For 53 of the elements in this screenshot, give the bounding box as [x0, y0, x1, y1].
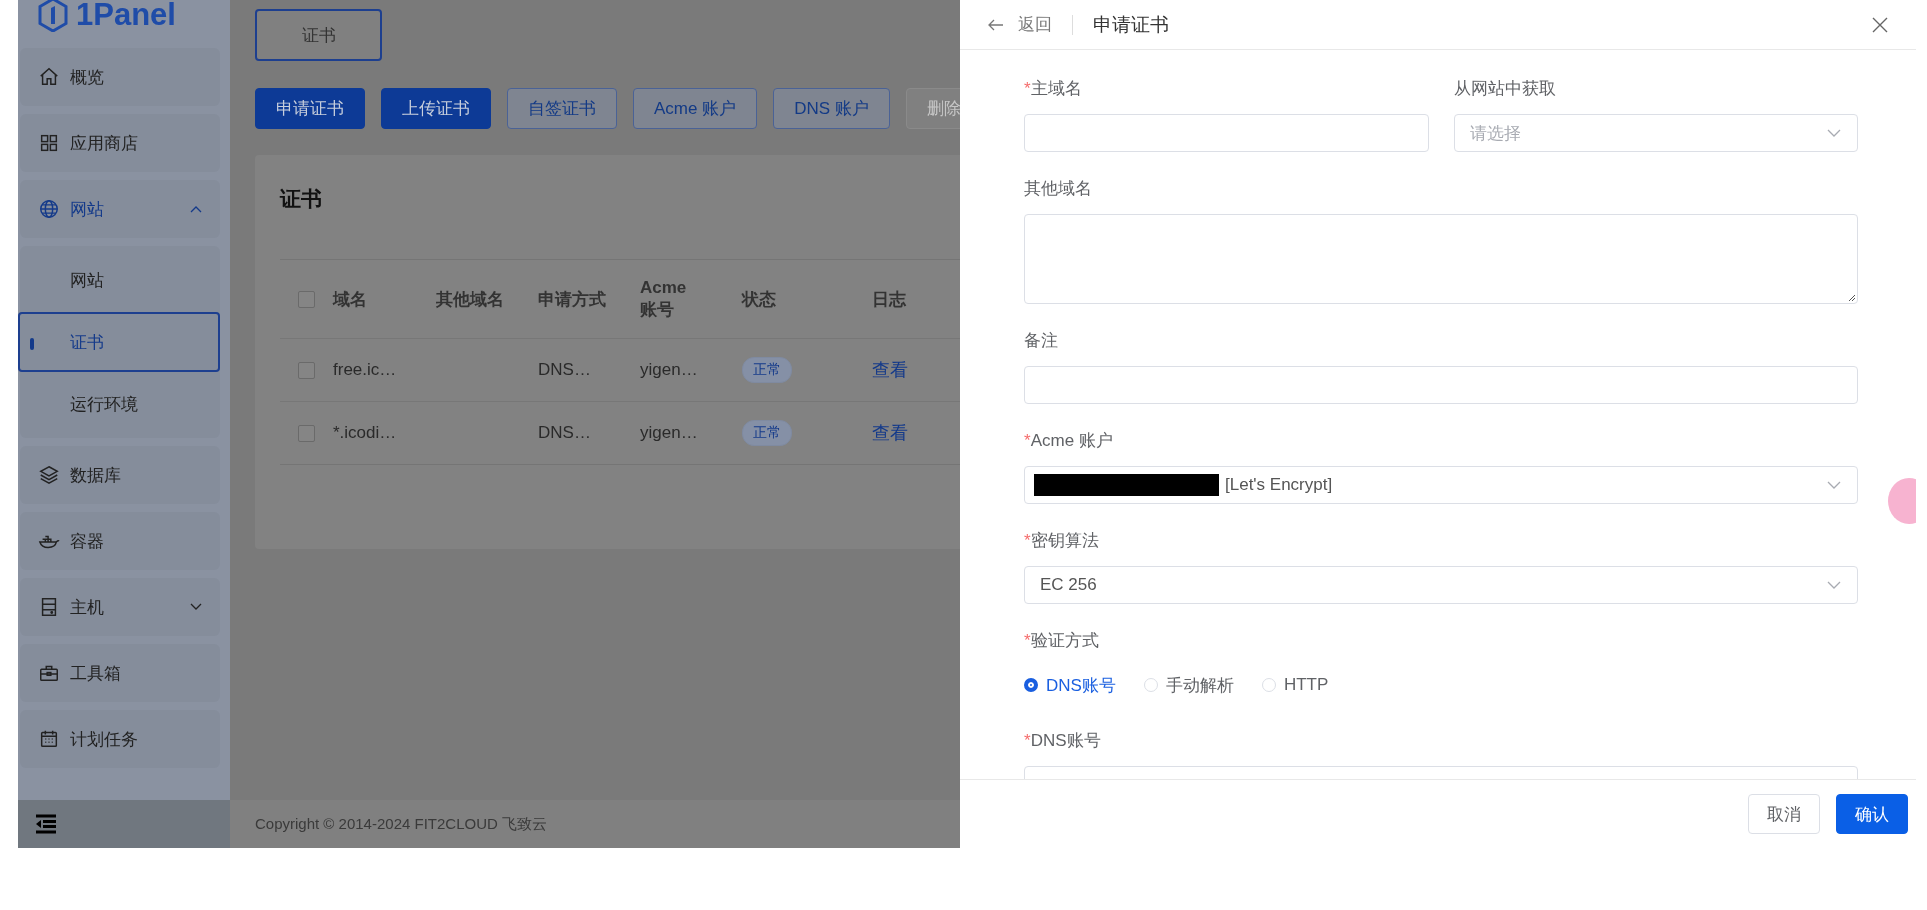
drawer-title: 申请证书 [1093, 12, 1169, 37]
status-tag: 正常 [742, 357, 792, 383]
menu-item[interactable]: 计划任务 [20, 710, 220, 768]
field-label: *主域名 [1024, 78, 1083, 100]
logo-text: 1Panel [76, 0, 176, 34]
table-cell: DNS… [538, 360, 591, 379]
status-tag: 正常 [742, 420, 792, 446]
column-header: 状态 [742, 288, 777, 311]
copyright-text: Copyright © 2014-2024 FIT2CLOUD 飞致云 [255, 814, 547, 834]
field-label: *DNS账号 [1024, 730, 1102, 752]
column-header: 日志 [872, 288, 907, 311]
view-log-link[interactable]: 查看 [872, 360, 908, 380]
menu-item[interactable]: 应用商店 [20, 114, 220, 172]
table-cell: yigen… [640, 423, 698, 442]
column-header: Acme 账号 [640, 277, 688, 321]
table-cell: free.ic… [333, 360, 397, 379]
submenu-item[interactable]: 网站 [20, 250, 220, 310]
menu-item[interactable]: 主机 [20, 578, 220, 636]
confirm-button[interactable]: 确认 [1836, 794, 1908, 834]
submenu-item[interactable]: 运行环境 [20, 374, 220, 434]
menu-item[interactable]: 网站 [20, 180, 220, 238]
field-label: *验证方式 [1024, 630, 1100, 652]
back-button[interactable]: 返回 [988, 13, 1052, 36]
field-label: *密钥算法 [1024, 530, 1100, 552]
radio-option[interactable]: 手动解析 [1143, 673, 1234, 697]
cancel-button[interactable]: 取消 [1748, 794, 1820, 834]
card-title: 证书 [280, 186, 323, 212]
view-log-link[interactable]: 查看 [872, 423, 908, 443]
menu-item[interactable]: 概览 [20, 48, 220, 106]
menu-item[interactable]: 数据库 [20, 446, 220, 504]
column-header: 申请方式 [538, 288, 607, 311]
table-cell: DNS… [538, 423, 591, 442]
toolbar-button[interactable]: Acme 账户 [633, 88, 758, 129]
field-label: *Acme 账户 [1024, 430, 1114, 452]
submenu-item[interactable]: 证书 [18, 312, 220, 372]
radio-option[interactable]: DNS账号 [1024, 673, 1116, 697]
toolbar-button[interactable]: 申请证书 [255, 88, 365, 129]
toolbar-button[interactable]: 上传证书 [381, 88, 491, 129]
menu-item[interactable]: 工具箱 [20, 644, 220, 702]
table-cell: yigen… [640, 360, 698, 379]
radio-option[interactable]: HTTP [1261, 675, 1329, 695]
select-field[interactable]: [Let's Encrypt] [1024, 466, 1858, 504]
toolbar-button[interactable]: 自签证书 [507, 88, 617, 129]
toolbar-button[interactable]: DNS 账户 [773, 88, 890, 129]
field-label: 备注 [1024, 330, 1059, 352]
column-header: 其他域名 [436, 288, 505, 311]
menu-item[interactable]: 容器 [20, 512, 220, 570]
field-label: 其他域名 [1024, 178, 1093, 200]
column-header: 域名 [333, 288, 368, 311]
select-field[interactable]: EC 256 [1024, 566, 1858, 604]
table-cell: *.icodi… [333, 423, 397, 442]
tab[interactable]: 证书 [255, 9, 382, 61]
field-label: 从网站中获取 [1453, 78, 1557, 100]
